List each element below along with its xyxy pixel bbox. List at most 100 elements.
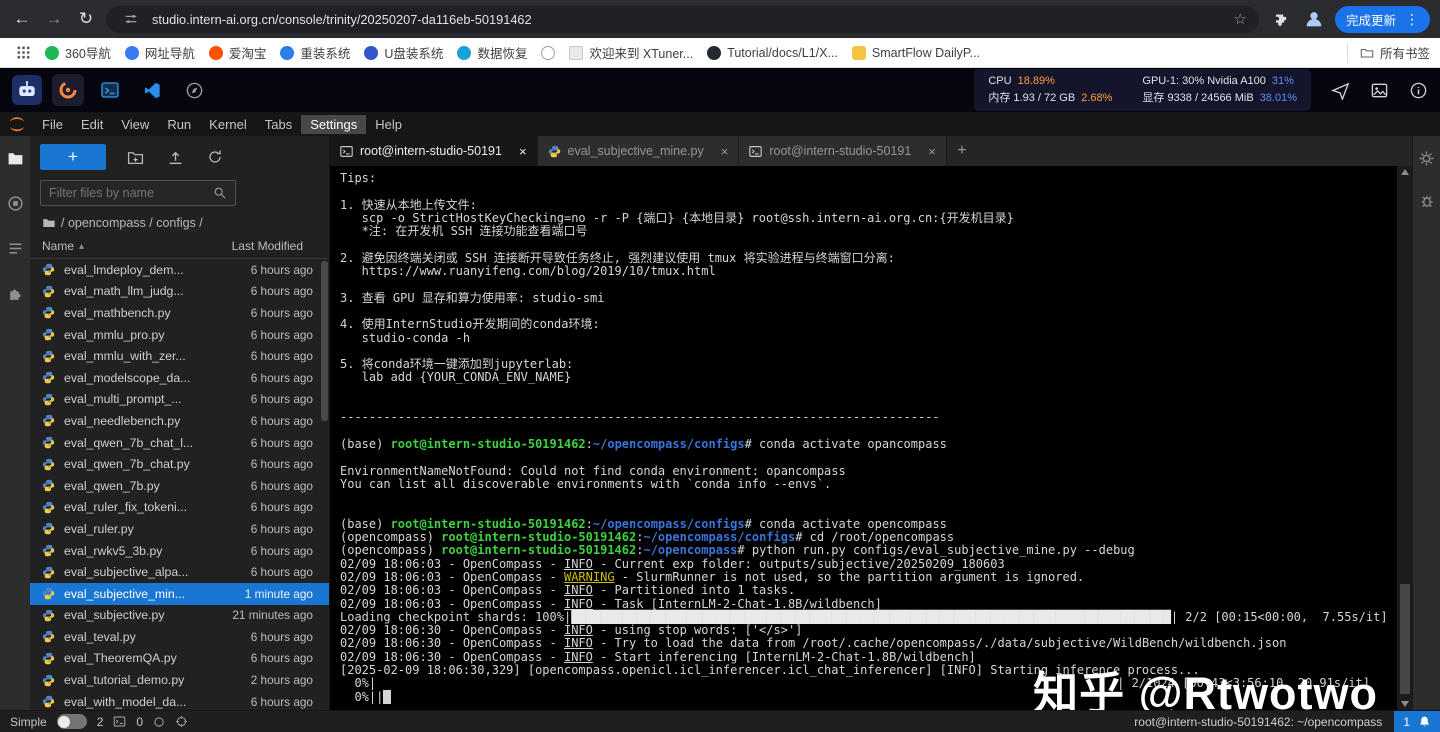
- menu-item-edit[interactable]: Edit: [72, 115, 112, 134]
- profile-avatar[interactable]: [1301, 8, 1327, 30]
- browser-menu-icon[interactable]: ⋮: [1405, 11, 1419, 28]
- file-row[interactable]: eval_tutorial_demo.py 2 hours ago: [30, 669, 329, 691]
- filter-files-input[interactable]: [40, 180, 236, 206]
- app-terminal-icon[interactable]: [94, 74, 126, 106]
- file-row[interactable]: eval_subjective_min... 1 minute ago: [30, 582, 329, 605]
- refresh-icon[interactable]: ↻: [74, 9, 98, 29]
- internstudio-logo[interactable]: [12, 75, 42, 105]
- editor-tab[interactable]: root@intern-studio-50191 ×: [739, 136, 947, 166]
- bell-icon[interactable]: [1418, 715, 1431, 728]
- bookmark-star-icon[interactable]: ☆: [1234, 10, 1247, 28]
- refresh-files-icon[interactable]: [204, 146, 226, 168]
- breadcrumb-path[interactable]: / opencompass / configs /: [61, 216, 203, 230]
- new-launcher-button[interactable]: +: [40, 144, 106, 170]
- session-title[interactable]: root@intern-studio-50191462: ~/opencompa…: [1134, 715, 1394, 729]
- file-row[interactable]: eval_multi_prompt_... 6 hours ago: [30, 389, 329, 411]
- bookmark-item[interactable]: 欢迎来到 XTuner...: [562, 40, 700, 65]
- file-row[interactable]: eval_needlebench.py 6 hours ago: [30, 410, 329, 432]
- bookmark-item[interactable]: [534, 43, 562, 63]
- file-row[interactable]: eval_subjective_alpa... 6 hours ago: [30, 561, 329, 583]
- simple-mode-toggle[interactable]: [56, 714, 87, 729]
- scrollbar-thumb[interactable]: [1399, 584, 1410, 694]
- app-jupyterlab-icon[interactable]: [52, 74, 84, 106]
- menu-item-tabs[interactable]: Tabs: [256, 115, 301, 134]
- new-folder-icon[interactable]: [124, 146, 146, 168]
- bookmark-item[interactable]: 爱淘宝: [202, 40, 274, 65]
- file-row[interactable]: eval_lmdeploy_dem... 6 hours ago: [30, 259, 329, 281]
- info-icon[interactable]: [1409, 81, 1428, 100]
- editor-tab[interactable]: root@intern-studio-50191 ×: [330, 136, 538, 166]
- bookmark-item[interactable]: U盘装系统: [357, 40, 450, 65]
- extension-manager-icon[interactable]: [7, 285, 24, 302]
- bookmark-item[interactable]: 360导航: [38, 40, 118, 65]
- editor-tab[interactable]: eval_subjective_mine.py ×: [537, 136, 740, 166]
- terminal-line: EnvironmentNameNotFound: Could not find …: [340, 463, 846, 478]
- debugger-icon[interactable]: [1419, 193, 1435, 209]
- property-inspector-icon[interactable]: [1418, 150, 1435, 167]
- sort-caret-icon: ▴: [79, 240, 85, 252]
- file-row[interactable]: eval_rwkv5_3b.py 6 hours ago: [30, 540, 329, 562]
- bookmark-item[interactable]: SmartFlow DailyP...: [845, 43, 987, 63]
- app-vscode-icon[interactable]: [136, 74, 168, 106]
- file-row[interactable]: eval_math_llm_judg... 6 hours ago: [30, 281, 329, 303]
- file-row[interactable]: eval_modelscope_da... 6 hours ago: [30, 367, 329, 389]
- search-input[interactable]: [49, 186, 213, 200]
- file-row[interactable]: eval_TheoremQA.py 6 hours ago: [30, 648, 329, 670]
- tab-close-icon[interactable]: ×: [519, 144, 527, 159]
- menu-item-file[interactable]: File: [33, 115, 72, 134]
- terminal-output[interactable]: Tips: 1. 快速从本地上传文件: scp -o StrictHostKey…: [340, 171, 1390, 704]
- file-row[interactable]: eval_qwen_7b_chat.py 6 hours ago: [30, 453, 329, 475]
- address-bar[interactable]: studio.intern-ai.org.cn/console/trinity/…: [106, 5, 1259, 33]
- send-icon[interactable]: [1331, 81, 1350, 100]
- back-icon[interactable]: ←: [10, 9, 34, 29]
- forward-icon[interactable]: →: [42, 9, 66, 29]
- image-icon[interactable]: [1370, 81, 1389, 100]
- menu-item-run[interactable]: Run: [158, 115, 200, 134]
- file-list-scrollbar[interactable]: [321, 261, 328, 421]
- bookmark-item[interactable]: Tutorial/docs/L1/X...: [700, 43, 845, 63]
- globe-icon: [541, 45, 556, 60]
- home-folder-icon[interactable]: [42, 216, 56, 230]
- new-tab-button[interactable]: +: [947, 136, 977, 166]
- file-browser-icon[interactable]: [7, 150, 24, 167]
- tab-close-icon[interactable]: ×: [928, 144, 936, 159]
- bookmark-item[interactable]: 数据恢复: [450, 40, 534, 65]
- menu-item-settings[interactable]: Settings: [301, 114, 367, 134]
- file-row[interactable]: eval_ruler.py 6 hours ago: [30, 518, 329, 540]
- file-row[interactable]: eval_qwen_7b.py 6 hours ago: [30, 475, 329, 497]
- column-name[interactable]: Name: [42, 239, 74, 253]
- running-kernels-icon[interactable]: [7, 195, 24, 212]
- menu-item-kernel[interactable]: Kernel: [200, 115, 256, 134]
- breadcrumb[interactable]: / opencompass / configs /: [30, 214, 329, 236]
- upload-icon[interactable]: [164, 146, 186, 168]
- all-bookmarks-button[interactable]: 所有书签: [1346, 42, 1430, 63]
- scroll-up-icon[interactable]: [1400, 169, 1409, 175]
- notifications-badge[interactable]: 1: [1394, 711, 1440, 732]
- scroll-down-icon[interactable]: [1400, 701, 1409, 707]
- table-of-contents-icon[interactable]: [7, 240, 24, 257]
- menu-item-view[interactable]: View: [112, 115, 158, 134]
- url-text[interactable]: studio.intern-ai.org.cn/console/trinity/…: [152, 12, 532, 27]
- file-row[interactable]: eval_mmlu_with_zer... 6 hours ago: [30, 345, 329, 367]
- menu-item-help[interactable]: Help: [366, 115, 411, 134]
- update-button[interactable]: 完成更新 ⋮: [1334, 5, 1430, 33]
- terminal-scrollbar[interactable]: [1397, 166, 1412, 710]
- column-last-modified[interactable]: Last Modified: [232, 239, 317, 253]
- file-row[interactable]: eval_ruler_fix_tokeni... 6 hours ago: [30, 497, 329, 519]
- file-row[interactable]: eval_mathbench.py 6 hours ago: [30, 302, 329, 324]
- file-row[interactable]: eval_with_model_da... 6 hours ago: [30, 691, 329, 710]
- menubar-items: File Edit View Run Kernel Tabs Settings Help: [33, 114, 411, 134]
- app-compass-icon[interactable]: [178, 74, 210, 106]
- file-row[interactable]: eval_mmlu_pro.py 6 hours ago: [30, 324, 329, 346]
- tab-close-icon[interactable]: ×: [721, 144, 729, 159]
- extensions-puzzle-icon[interactable]: [1267, 10, 1293, 28]
- file-row[interactable]: eval_teval.py 6 hours ago: [30, 626, 329, 648]
- file-row[interactable]: eval_qwen_7b_chat_l... 6 hours ago: [30, 432, 329, 454]
- bookmark-item[interactable]: 网址导航: [118, 40, 202, 65]
- apps-grid-icon[interactable]: [10, 45, 36, 60]
- site-settings-icon[interactable]: [118, 12, 144, 26]
- bookmark-item[interactable]: 重装系统: [273, 40, 357, 65]
- target-icon[interactable]: [175, 715, 188, 728]
- file-row[interactable]: eval_subjective.py 21 minutes ago: [30, 605, 329, 627]
